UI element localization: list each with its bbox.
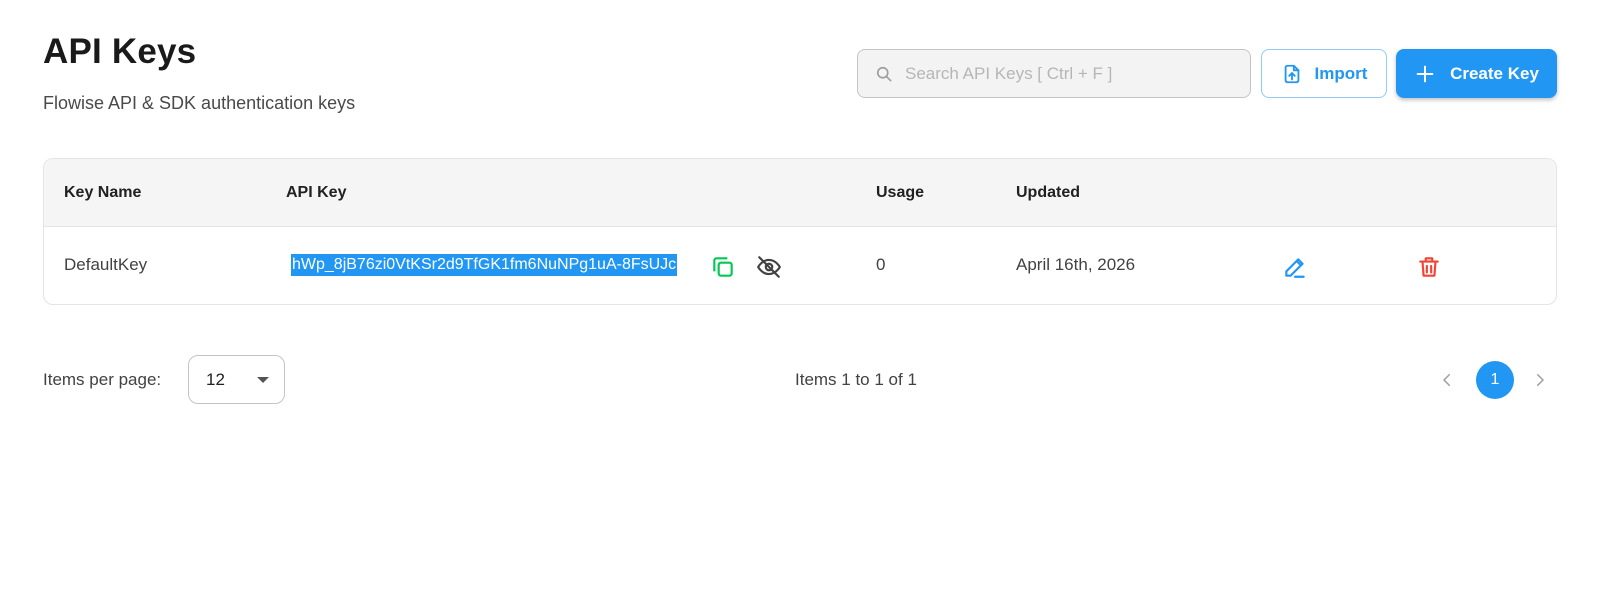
plus-icon — [1416, 65, 1434, 82]
column-header-usage: Usage — [876, 184, 925, 201]
search-input[interactable] — [905, 63, 1235, 84]
import-button-label: Import — [1314, 63, 1368, 83]
page-1-button[interactable]: 1 — [1476, 361, 1514, 399]
key-name-cell: DefaultKey — [64, 255, 148, 274]
page-title: API Keys — [43, 32, 197, 71]
copy-icon — [713, 257, 733, 277]
items-per-page-value: 12 — [206, 369, 225, 389]
usage-cell: 0 — [876, 255, 886, 274]
updated-cell: April 16th, 2026 — [1016, 255, 1136, 274]
delete-key-button[interactable] — [1413, 251, 1445, 283]
create-key-button[interactable]: Create Key — [1396, 49, 1557, 98]
pencil-icon — [1285, 258, 1305, 278]
edit-key-button[interactable] — [1279, 251, 1311, 283]
column-header-api-key: API Key — [286, 184, 347, 201]
create-key-button-label: Create Key — [1450, 63, 1539, 83]
caret-down-icon — [257, 377, 269, 383]
api-keys-table: Key Name API Key Usage Updated DefaultKe… — [43, 158, 1557, 305]
eye-off-icon — [757, 256, 781, 278]
next-page-button[interactable] — [1522, 362, 1558, 398]
table-header: Key Name API Key Usage Updated — [44, 159, 1556, 227]
search-icon — [876, 66, 892, 81]
api-key-value[interactable]: hWp_8jB76zi0VtKSr2d9TfGK1fm6NuNPg1uA-8Fs… — [291, 254, 678, 276]
chevron-left-icon — [1443, 374, 1450, 386]
items-count: Items 1 to 1 of 1 — [795, 370, 917, 389]
prev-page-button[interactable] — [1429, 362, 1465, 398]
items-per-page-select[interactable]: 12 — [188, 355, 285, 404]
file-upload-icon — [1284, 64, 1299, 83]
table-row: DefaultKey hWp_8jB76zi0VtKSr2d9TfGK1fm6N… — [44, 227, 1556, 304]
column-header-key-name: Key Name — [64, 184, 142, 201]
toggle-visibility-button[interactable] — [753, 251, 785, 283]
import-button[interactable]: Import — [1261, 49, 1387, 98]
copy-key-button[interactable] — [707, 251, 739, 283]
column-header-updated: Updated — [1016, 184, 1080, 201]
items-per-page-label: Items per page: — [43, 370, 162, 389]
page-subtitle: Flowise API & SDK authentication keys — [43, 93, 356, 113]
trash-icon — [1419, 257, 1439, 277]
chevron-right-icon — [1537, 374, 1544, 386]
search-box[interactable] — [857, 49, 1251, 98]
